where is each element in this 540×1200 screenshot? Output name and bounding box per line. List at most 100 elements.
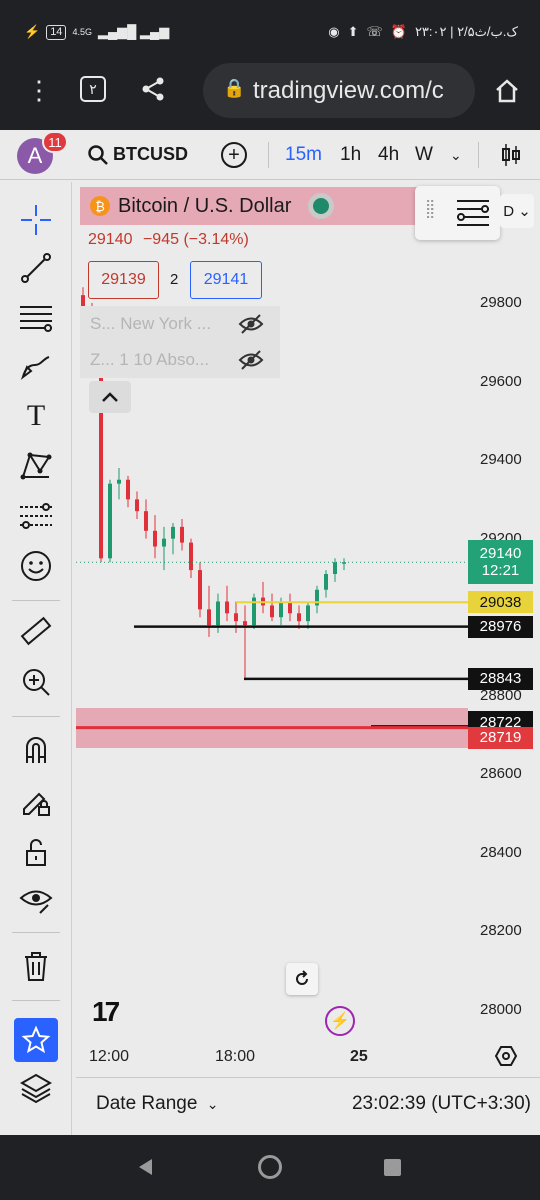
time-tick: 12:00	[89, 1048, 130, 1065]
address-bar[interactable]: 🔒 tradingview.com/c	[203, 63, 475, 118]
menu-icon[interactable]: ⋮	[24, 75, 54, 105]
text-icon[interactable]: T	[14, 394, 58, 438]
indicator-label: S... New York ...	[90, 314, 211, 333]
candle-body	[171, 526, 175, 539]
time-tick: 25	[350, 1048, 368, 1065]
candle-body	[135, 499, 139, 512]
settings-hex-icon[interactable]	[494, 1044, 518, 1073]
zoom-in-icon[interactable]	[14, 660, 58, 704]
tradingview-logo[interactable]: 17	[92, 996, 120, 1028]
reset-chart-button[interactable]	[286, 963, 318, 995]
legend-values: 29140 −945 (−3.14%)	[88, 231, 249, 249]
favorites-star-icon[interactable]	[14, 1018, 58, 1062]
compare-add-icon[interactable]: +	[221, 142, 247, 168]
trash-icon[interactable]	[14, 944, 58, 988]
price-tick: 29400	[480, 451, 522, 469]
time-tick: 18:00	[215, 1048, 256, 1065]
fib-retracement-icon[interactable]	[14, 296, 58, 340]
bottom-bar: Date Range ⌄ 23:02:39 (UTC+3:30)	[76, 1077, 540, 1129]
search-icon[interactable]	[86, 143, 110, 167]
candle-body	[162, 538, 166, 547]
candle-body	[216, 601, 220, 626]
symbol-search[interactable]: BTCUSD	[113, 144, 188, 165]
trend-line-icon[interactable]	[14, 246, 58, 290]
price-label: 28719	[468, 726, 533, 749]
legend-title[interactable]: Bitcoin / U.S. Dollar	[118, 195, 291, 218]
buy-button[interactable]: 29141	[190, 261, 262, 299]
collapse-legend-button[interactable]	[89, 381, 131, 413]
eye-off-icon[interactable]	[238, 313, 264, 340]
status-time: ۲۳:۰۲ | ۲/۵ک.ب/ث	[414, 24, 518, 39]
crosshair-icon[interactable]	[14, 198, 58, 242]
drawing-toolbar: T	[0, 182, 72, 1135]
candle-body	[189, 542, 193, 571]
toolbar-separator	[12, 600, 60, 601]
drag-handle-icon[interactable]: ⠿ ⠿	[425, 199, 435, 221]
emoji-icon[interactable]	[14, 544, 58, 588]
candle-body	[279, 601, 283, 618]
interval-1h[interactable]: 1h	[340, 144, 361, 166]
market-status-dot	[313, 198, 330, 214]
pattern-icon[interactable]	[14, 444, 58, 488]
price-label: 29038	[468, 591, 533, 614]
price-label-value: 29038	[479, 593, 522, 611]
whatsapp-icon: ☏	[366, 24, 383, 39]
alarm-icon: ⏰	[390, 24, 407, 39]
price-tick: 28000	[480, 1001, 522, 1018]
spread-value: 2	[170, 271, 179, 288]
recents-icon[interactable]	[384, 1159, 401, 1176]
home-nav-icon[interactable]	[258, 1155, 282, 1179]
price-tick: 28400	[480, 843, 522, 861]
object-tree-widget[interactable]: ⠿ ⠿	[415, 186, 500, 240]
price-label: 28843	[468, 667, 533, 690]
eye-off-icon[interactable]	[238, 349, 264, 376]
candle-body	[117, 479, 121, 484]
url-text: tradingview.com/c	[253, 76, 444, 104]
unlock-icon[interactable]	[14, 830, 58, 874]
lock-drawing-icon[interactable]	[14, 780, 58, 824]
price-label-value: 28719	[479, 729, 522, 747]
candle-body	[306, 605, 310, 622]
last-price: 29140	[88, 231, 133, 248]
toolbar-separator	[12, 1000, 60, 1001]
interval-15m[interactable]: 15m	[285, 144, 322, 166]
clock-readout[interactable]: 23:02:39 (UTC+3:30)	[352, 1093, 531, 1115]
candle-body	[225, 601, 229, 614]
brush-icon[interactable]	[14, 344, 58, 388]
price-label: 29140 12:21	[468, 540, 533, 585]
interval-w[interactable]: W	[415, 144, 433, 166]
date-range-button[interactable]: Date Range ⌄	[96, 1093, 218, 1115]
indicator-row[interactable]: S... New York ...	[80, 306, 280, 342]
lightning-icon[interactable]: ⚡	[325, 1006, 355, 1036]
charging-icon: ⚡	[24, 24, 41, 39]
chevron-down-icon: ⌄	[206, 1096, 219, 1112]
candles-type-icon[interactable]	[498, 142, 524, 168]
upload-icon: ⬆	[347, 24, 359, 39]
magnet-icon[interactable]	[14, 728, 58, 772]
candle-body	[333, 562, 337, 575]
record-icon: ◉	[328, 24, 340, 39]
object-tree-icon[interactable]	[455, 197, 491, 229]
signal-icon: ▂▄▆█ ▂▄▆	[97, 24, 170, 39]
toolbar-separator	[12, 716, 60, 717]
interval-4h[interactable]: 4h	[378, 144, 399, 166]
tabs-button[interactable]: ۲	[80, 76, 106, 102]
toolbar-divider	[268, 142, 269, 168]
visibility-icon[interactable]	[14, 878, 58, 922]
notification-badge: 11	[42, 131, 68, 153]
home-icon[interactable]	[490, 74, 524, 108]
sell-button[interactable]: 29139	[88, 261, 159, 299]
layers-icon[interactable]	[14, 1066, 58, 1110]
indicator-label: Z... 1 10 Abso...	[90, 350, 210, 369]
candle-body	[108, 483, 112, 559]
candle-body	[243, 621, 247, 626]
share-icon[interactable]	[138, 74, 168, 104]
currency-selector[interactable]: D ⌄	[500, 194, 534, 228]
ruler-icon[interactable]	[14, 610, 58, 654]
prediction-icon[interactable]	[14, 494, 58, 538]
chevron-down-icon[interactable]: ⌄	[450, 147, 462, 164]
back-icon[interactable]	[135, 1157, 155, 1177]
candle-body	[270, 605, 274, 618]
candle-body	[180, 526, 184, 543]
indicator-row[interactable]: Z... 1 10 Abso...	[80, 342, 280, 378]
